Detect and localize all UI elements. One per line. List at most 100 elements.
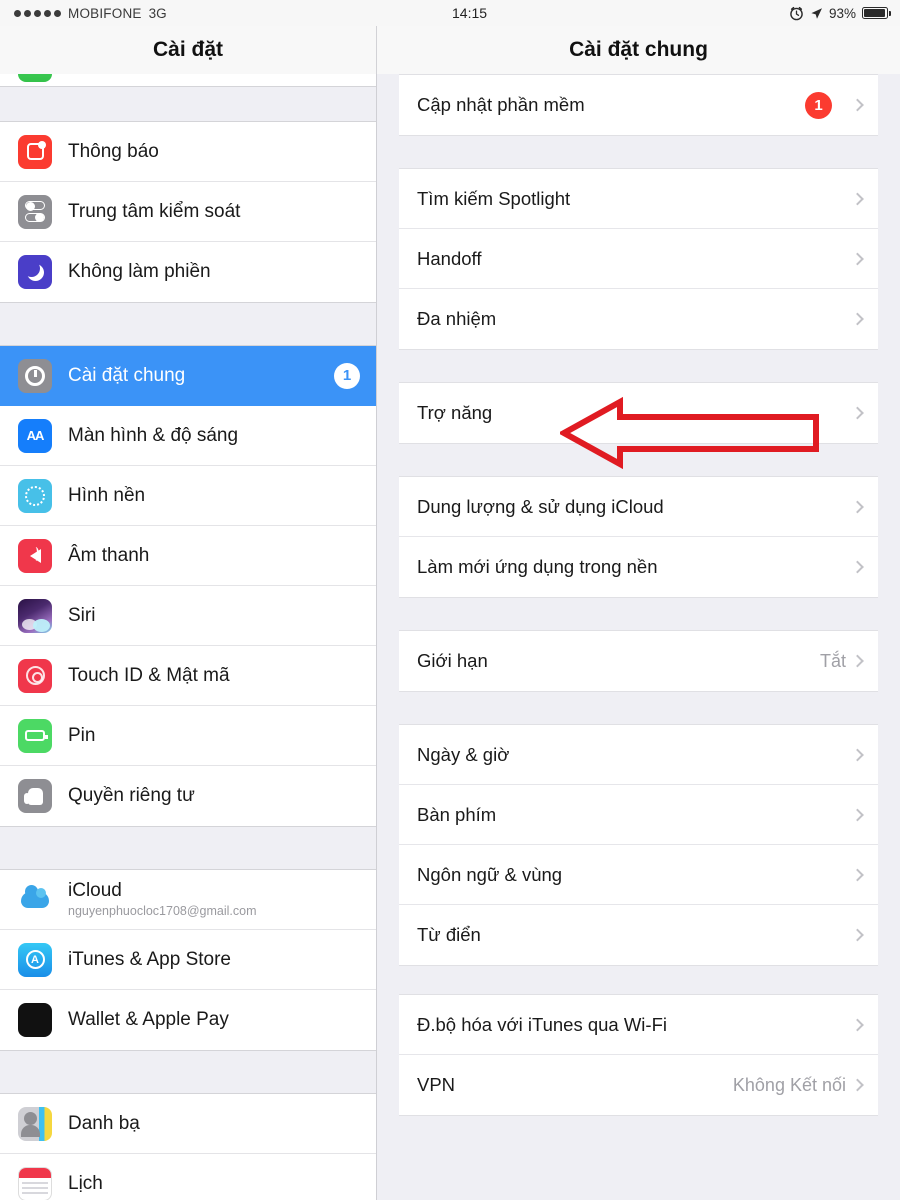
sidebar-item-wallet-apple-pay[interactable]: Wallet & Apple Pay xyxy=(0,990,376,1050)
detail-group-separator xyxy=(377,350,900,382)
detail-title: Cài đặt chung xyxy=(569,38,708,61)
detail-group-software-update: Cập nhật phần mềm 1 xyxy=(399,74,878,136)
sidebar-group-2: Cài đặt chung 1 AA Màn hình & độ sáng Hì… xyxy=(0,346,376,826)
detail-row-software-update[interactable]: Cập nhật phần mềm 1 xyxy=(399,75,878,135)
detail-group-storage-refresh: Dung lượng & sử dụng iCloud Làm mới ứng … xyxy=(399,476,878,598)
sidebar-item-calendar[interactable]: Lịch xyxy=(0,1154,376,1200)
sidebar-item-label: Hình nền xyxy=(68,484,146,506)
status-bar-right: 93% xyxy=(789,5,892,21)
sidebar-item-label: Pin xyxy=(68,724,96,746)
notifications-icon xyxy=(18,134,52,169)
chevron-right-icon xyxy=(851,312,864,326)
display-brightness-icon: AA xyxy=(18,418,52,453)
carrier-label: MOBIFONE xyxy=(68,5,142,21)
sidebar-title: Cài đặt xyxy=(152,38,223,61)
signal-strength-icon xyxy=(14,9,61,17)
sidebar-item-icloud[interactable]: iCloud nguyenphuocloc1708@gmail.com xyxy=(0,870,376,930)
sidebar-item-contacts[interactable]: Danh bạ xyxy=(0,1094,376,1154)
sidebar-item-siri[interactable]: Siri xyxy=(0,586,376,646)
detail-group-separator xyxy=(377,598,900,630)
sidebar-partial-row-top[interactable] xyxy=(0,74,376,86)
update-badge: 1 xyxy=(805,91,832,119)
sidebar-item-label: Âm thanh xyxy=(68,544,150,566)
chevron-right-icon xyxy=(851,928,864,942)
detail-row-accessibility[interactable]: Trợ năng xyxy=(399,383,878,443)
sidebar-item-label: Cài đặt chung xyxy=(68,364,186,386)
general-gear-icon xyxy=(18,358,52,393)
sidebar-item-do-not-disturb[interactable]: Không làm phiền xyxy=(0,242,376,302)
chevron-right-icon xyxy=(851,252,864,265)
detail-group-separator xyxy=(377,136,900,168)
sidebar-item-privacy[interactable]: Quyền riêng tư xyxy=(0,766,376,826)
icloud-icon xyxy=(18,883,52,917)
sidebar-group-separator xyxy=(0,1050,376,1094)
chevron-right-icon xyxy=(851,1018,864,1031)
detail-row-multitasking[interactable]: Đa nhiệm xyxy=(399,289,878,349)
detail-row-restrictions[interactable]: Giới hạn Tắt xyxy=(399,631,878,691)
sidebar-item-label: Thông báo xyxy=(68,140,159,162)
settings-sidebar[interactable]: Thông báo Trung tâm kiểm soát Không làm … xyxy=(0,74,377,1200)
detail-row-dictionary[interactable]: Từ điển xyxy=(399,905,878,965)
wallpaper-icon xyxy=(18,478,52,513)
sidebar-item-battery[interactable]: Pin xyxy=(0,706,376,766)
detail-row-label: Ngôn ngữ & vùng xyxy=(417,863,563,885)
detail-row-keyboard[interactable]: Bàn phím xyxy=(399,785,878,845)
general-settings-detail[interactable]: Cập nhật phần mềm 1 Tìm kiếm Spotlight H… xyxy=(377,74,900,1200)
network-type-label: 3G xyxy=(148,5,167,21)
detail-row-vpn[interactable]: VPN Không Kết nối xyxy=(399,1055,878,1115)
sidebar-item-label: Không làm phiền xyxy=(68,261,211,282)
status-bar-left: MOBIFONE 3G xyxy=(14,6,167,21)
sidebar-item-label: Wallet & Apple Pay xyxy=(68,1009,229,1030)
sidebar-item-label: Siri xyxy=(68,604,96,626)
touch-id-icon xyxy=(18,658,52,693)
sidebar-item-label: Danh bạ xyxy=(68,1112,140,1134)
detail-row-label: Handoff xyxy=(417,247,482,269)
detail-row-background-app-refresh[interactable]: Làm mới ứng dụng trong nền xyxy=(399,537,878,597)
sidebar-item-label: Touch ID & Mật mã xyxy=(68,664,230,686)
privacy-hand-icon xyxy=(18,779,52,813)
detail-row-spotlight-search[interactable]: Tìm kiếm Spotlight xyxy=(399,169,878,229)
detail-navbar: Cài đặt chung xyxy=(377,26,900,74)
calendar-icon xyxy=(18,1167,52,1200)
detail-row-label: Cập nhật phần mềm xyxy=(417,94,585,115)
sidebar-item-display-brightness[interactable]: AA Màn hình & độ sáng xyxy=(0,406,376,466)
battery-percent-label: 93% xyxy=(828,5,856,21)
alarm-clock-icon xyxy=(790,6,803,20)
sidebar-item-general[interactable]: Cài đặt chung 1 xyxy=(0,346,376,406)
sounds-icon xyxy=(18,538,52,573)
ipad-settings-screen: MOBIFONE 3G 14:15 93% Cài đặt Cài đặt ch… xyxy=(0,0,900,1200)
sidebar-item-label: Quyền riêng tư xyxy=(68,785,195,806)
detail-row-itunes-wifi-sync[interactable]: Đ.bộ hóa với iTunes qua Wi-Fi xyxy=(399,995,878,1055)
siri-icon xyxy=(18,598,52,633)
sidebar-item-control-center[interactable]: Trung tâm kiểm soát xyxy=(0,182,376,242)
sidebar-group-4: Danh bạ Lịch xyxy=(0,1094,376,1200)
detail-group-separator xyxy=(377,966,900,994)
detail-row-icloud-storage[interactable]: Dung lượng & sử dụng iCloud xyxy=(399,477,878,537)
detail-row-handoff[interactable]: Handoff xyxy=(399,229,878,289)
sidebar-item-label: iTunes & App Store xyxy=(68,948,232,970)
control-center-icon xyxy=(18,194,52,229)
sidebar-item-sounds[interactable]: Âm thanh xyxy=(0,526,376,586)
status-bar: MOBIFONE 3G 14:15 93% xyxy=(0,0,900,26)
sidebar-item-label: iCloud xyxy=(68,880,122,901)
clock-label: 14:15 xyxy=(452,5,488,21)
detail-row-date-time[interactable]: Ngày & giờ xyxy=(399,725,878,785)
chevron-right-icon xyxy=(851,98,864,112)
sidebar-item-itunes-app-store[interactable]: A iTunes & App Store xyxy=(0,930,376,990)
sidebar-item-notifications[interactable]: Thông báo xyxy=(0,122,376,182)
sidebar-group-separator xyxy=(0,86,376,122)
detail-group-restrictions: Giới hạn Tắt xyxy=(399,630,878,692)
sidebar-item-touch-id[interactable]: Touch ID & Mật mã xyxy=(0,646,376,706)
battery-icon xyxy=(862,7,892,19)
chevron-right-icon xyxy=(851,868,864,881)
sidebar-badge: 1 xyxy=(334,362,360,389)
location-arrow-icon xyxy=(811,7,822,19)
detail-row-language-region[interactable]: Ngôn ngữ & vùng xyxy=(399,845,878,905)
detail-row-label: Đa nhiệm xyxy=(417,308,497,329)
chevron-right-icon xyxy=(851,406,864,420)
green-app-icon xyxy=(18,74,52,82)
sidebar-item-wallpaper[interactable]: Hình nền xyxy=(0,466,376,526)
detail-row-label: Dung lượng & sử dụng iCloud xyxy=(417,495,664,517)
sidebar-item-sublabel: nguyenphuocloc1708@gmail.com xyxy=(68,904,257,918)
chevron-right-icon xyxy=(851,748,864,761)
